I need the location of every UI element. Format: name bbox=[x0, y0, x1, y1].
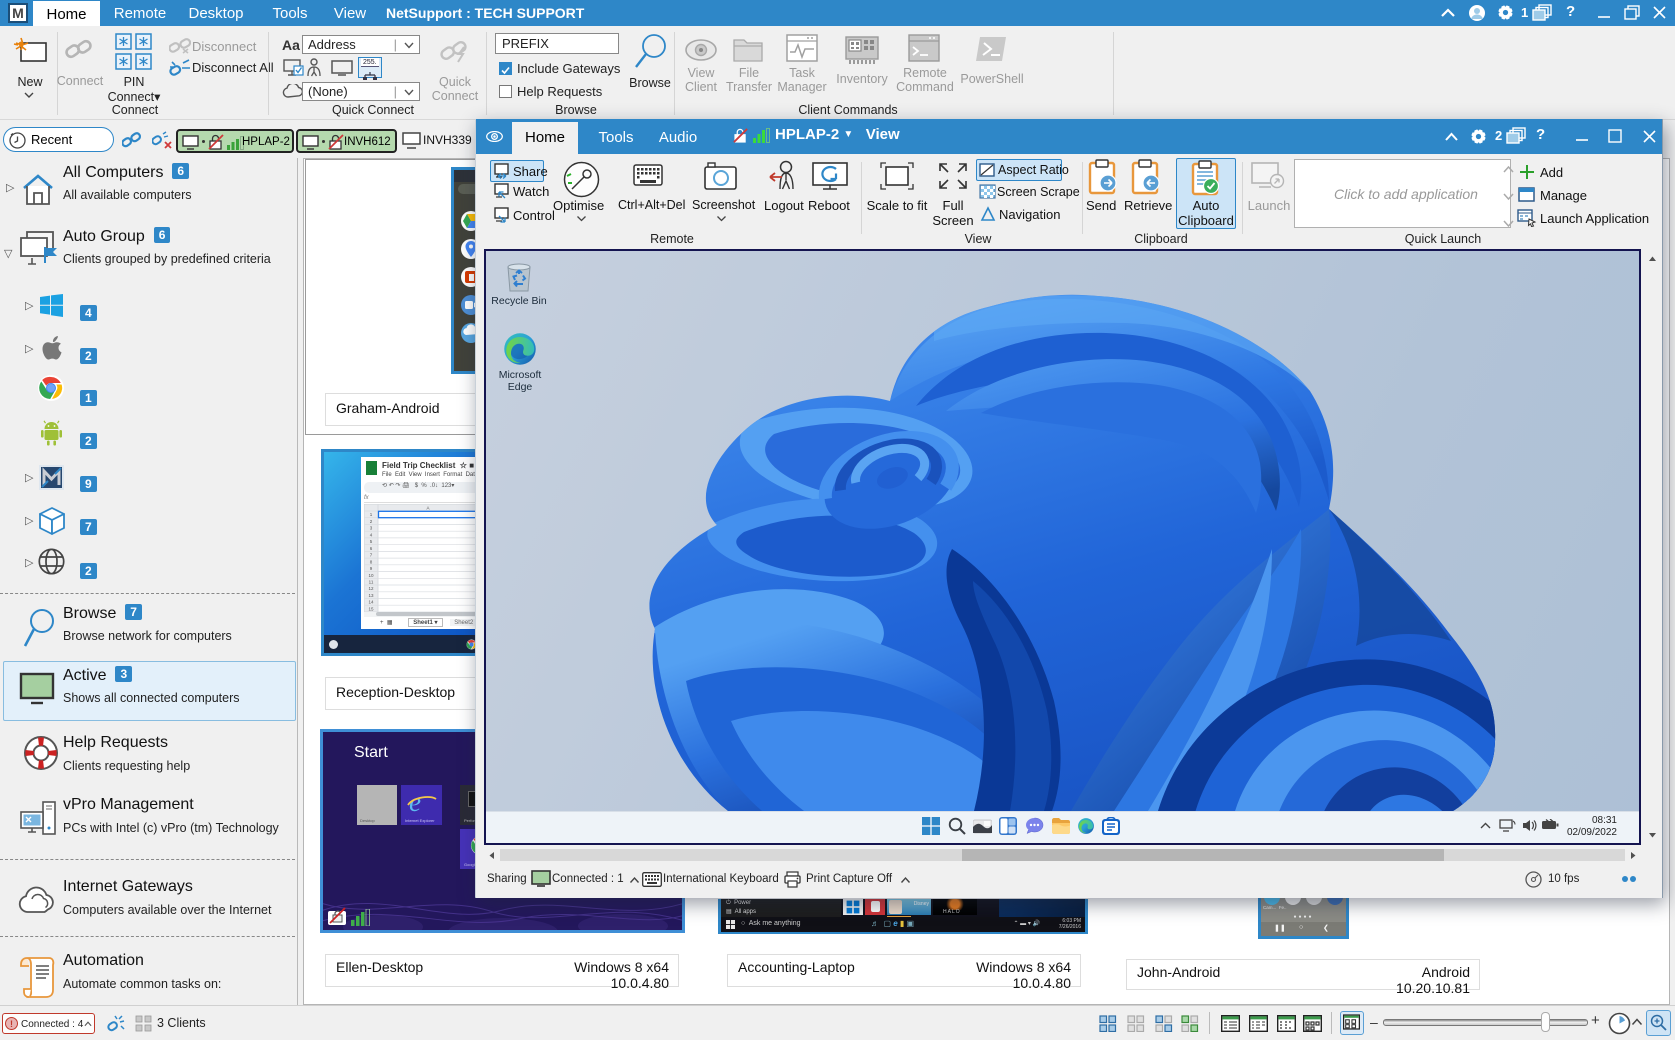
svg-text:10: 10 bbox=[368, 573, 374, 578]
svg-text:A: A bbox=[426, 506, 429, 511]
svg-text:12: 12 bbox=[368, 586, 374, 591]
svg-text:11: 11 bbox=[369, 580, 374, 585]
svg-text:13: 13 bbox=[368, 593, 374, 598]
svg-text:14: 14 bbox=[368, 600, 374, 605]
svg-text:15: 15 bbox=[368, 606, 374, 611]
